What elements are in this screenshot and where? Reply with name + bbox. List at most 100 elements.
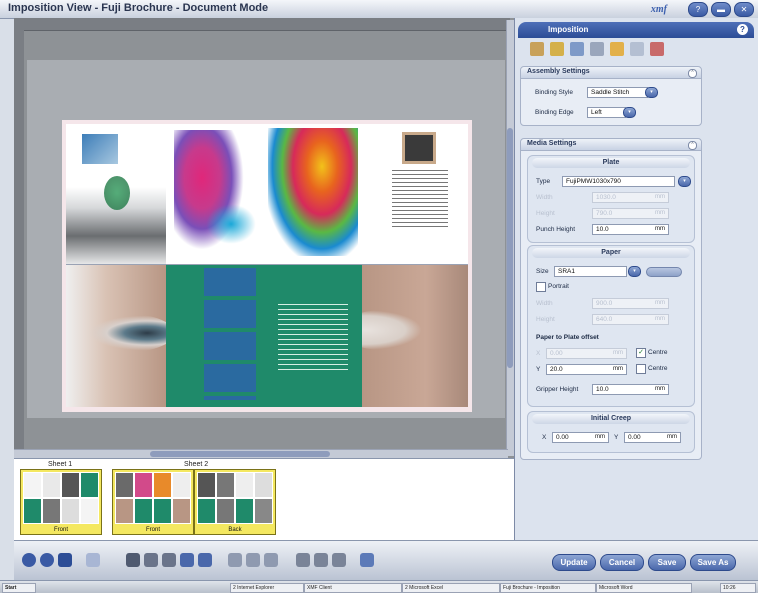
media-settings-title: Media Settings: [527, 140, 577, 147]
save-button[interactable]: Save: [648, 554, 686, 571]
thumbnail-sheet1-front[interactable]: Front: [20, 469, 102, 535]
creep-x-input[interactable]: 0.00 mm: [552, 432, 609, 443]
creep-x-value: 0.00: [556, 434, 569, 441]
binding-style-dropdown-icon[interactable]: ▾: [645, 87, 658, 98]
offset-y-input[interactable]: 20.0 mm: [546, 364, 627, 375]
select-arrow-icon[interactable]: [126, 553, 140, 567]
paper-width-input: 900.0 mm: [592, 298, 669, 309]
plate-title: Plate: [532, 158, 690, 168]
sheet2-label: Sheet 2: [184, 461, 209, 468]
centre-x-checkbox[interactable]: ✓: [636, 348, 646, 358]
page-image-eye: [84, 314, 166, 352]
paper-size-dropdown-icon[interactable]: ▾: [628, 266, 641, 277]
save-as-button[interactable]: Save As: [690, 554, 736, 571]
media-settings-header[interactable]: Media Settings ⌃: [521, 139, 701, 151]
help-button[interactable]: ?: [688, 2, 708, 17]
taskbar: Start 2 Internet Explorer XMF Client 2 M…: [0, 580, 758, 593]
unit-label: mm: [613, 366, 623, 372]
binding-style-select[interactable]: Saddle Stitch: [587, 87, 648, 98]
punch-height-input[interactable]: 10.0 mm: [592, 224, 669, 235]
page-spread[interactable]: [66, 124, 468, 407]
unit-label: mm: [655, 316, 665, 322]
binding-edge-select[interactable]: Left: [587, 107, 626, 118]
update-button[interactable]: Update: [552, 554, 596, 571]
assembly-settings-title: Assembly Settings: [527, 68, 590, 75]
unit-label: mm: [667, 434, 677, 440]
horizontal-scroll-thumb[interactable]: [150, 451, 330, 457]
page-top-2[interactable]: [166, 124, 264, 264]
marks-tool-icon[interactable]: [570, 42, 584, 56]
left-ruler: [14, 30, 24, 450]
gripper-height-value: 10.0: [596, 386, 609, 393]
plate-height-label: Height: [536, 210, 555, 217]
flip-tool-icon[interactable]: [332, 553, 346, 567]
thumbnail-label: Back: [228, 527, 242, 533]
portrait-checkbox[interactable]: [536, 282, 546, 292]
sheet-tool-icon[interactable]: [314, 553, 328, 567]
paper-offset-label: Paper to Plate offset: [536, 334, 599, 341]
align-tool-icon[interactable]: [590, 42, 604, 56]
view-mode-3-icon[interactable]: [58, 553, 72, 567]
thumbnail-sheet2-back[interactable]: Back: [194, 469, 276, 535]
delete-tool-icon[interactable]: [650, 42, 664, 56]
zoom-out-icon[interactable]: [264, 553, 278, 567]
page-bottom-green[interactable]: [166, 264, 362, 407]
unit-label: mm: [655, 300, 665, 306]
page-top-1[interactable]: [66, 124, 166, 264]
minimize-icon[interactable]: ▬: [711, 2, 731, 17]
assembly-settings-header[interactable]: Assembly Settings ⌃: [521, 67, 701, 79]
unit-label: mm: [595, 434, 605, 440]
sheet-tool-icon[interactable]: [550, 42, 564, 56]
binding-edge-dropdown-icon[interactable]: ▾: [623, 107, 636, 118]
line-tool-icon[interactable]: [180, 553, 194, 567]
page-top-3[interactable]: [264, 124, 362, 264]
plate-height-input: 790.0 mm: [592, 208, 669, 219]
centre-y-label: Centre: [648, 365, 668, 372]
creep-y-input[interactable]: 0.00 mm: [624, 432, 681, 443]
paper-height-input: 640.0 mm: [592, 314, 669, 325]
help-icon[interactable]: ?: [737, 24, 748, 35]
magnify-icon[interactable]: [162, 553, 176, 567]
undo-redo-icon[interactable]: [360, 553, 374, 567]
page-bottom-eye-right[interactable]: [362, 264, 468, 407]
measure-icon[interactable]: [228, 553, 242, 567]
panel-title: Imposition: [548, 25, 589, 34]
binding-edge-label: Binding Edge: [535, 109, 574, 116]
layout-tool-icon[interactable]: [630, 42, 644, 56]
cancel-button[interactable]: Cancel: [600, 554, 644, 571]
creep-y-value: 0.00: [628, 434, 641, 441]
thumbnail-sheet2-front[interactable]: Front: [112, 469, 194, 535]
pen-tool-icon[interactable]: [198, 553, 212, 567]
paper-options-button[interactable]: [646, 267, 682, 277]
paper-size-select[interactable]: SRA1: [554, 266, 627, 277]
panel-toolbar: [522, 40, 752, 60]
vertical-scroll-thumb[interactable]: [507, 128, 513, 368]
plate-type-dropdown-icon[interactable]: ▾: [678, 176, 691, 187]
page-bottom-eye-left[interactable]: [66, 264, 166, 407]
zoom-in-icon[interactable]: [246, 553, 260, 567]
centre-x-label: Centre: [648, 349, 668, 356]
sheet1-label: Sheet 1: [48, 461, 73, 468]
document-icon[interactable]: [86, 553, 100, 567]
view-mode-2-icon[interactable]: [40, 553, 54, 567]
view-mode-icon[interactable]: [22, 553, 36, 567]
assembly-settings-section: Assembly Settings ⌃ Binding Style Saddle …: [520, 66, 702, 126]
gripper-height-input[interactable]: 10.0 mm: [592, 384, 669, 395]
centre-y-checkbox[interactable]: [636, 364, 646, 374]
paper-width-label: Width: [536, 300, 553, 307]
unit-label: mm: [655, 386, 665, 392]
page-image-smoke-rainbow: [268, 128, 358, 256]
imposition-tool-icon[interactable]: [530, 42, 544, 56]
plate-type-select[interactable]: FujiPMW1030x790: [562, 176, 675, 187]
collapse-icon[interactable]: ⌃: [688, 69, 697, 78]
thumbnail-label: Front: [53, 527, 68, 533]
close-icon[interactable]: ✕: [734, 2, 754, 17]
portrait-label: Portrait: [548, 283, 569, 290]
page-top-4[interactable]: [362, 124, 468, 264]
collapse-icon[interactable]: ⌃: [688, 141, 697, 150]
hand-icon[interactable]: [144, 553, 158, 567]
info-tool-icon[interactable]: [610, 42, 624, 56]
page-tool-icon[interactable]: [296, 553, 310, 567]
paper-width-value: 900.0: [596, 300, 613, 307]
plate-height-value: 790.0: [596, 210, 613, 217]
